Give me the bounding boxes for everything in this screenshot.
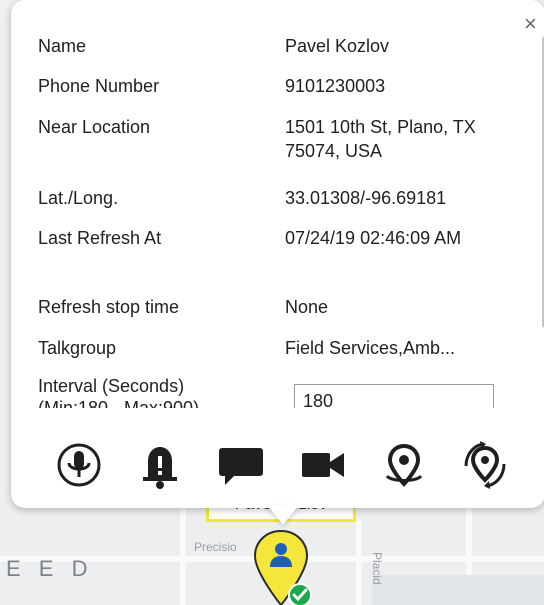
detail-label: Last Refresh At: [38, 228, 162, 248]
detail-value: 9101230003: [285, 76, 386, 96]
check-badge-icon: [288, 583, 312, 605]
detail-label: Near Location: [38, 117, 151, 137]
interval-input[interactable]: [294, 384, 494, 408]
user-info-popup: × Name Pavel Kozlov Phone Number 9101230…: [11, 0, 544, 508]
location-pin-icon[interactable]: [377, 438, 431, 492]
map-road: [180, 500, 186, 605]
detail-label: Lat./Long.: [38, 188, 119, 208]
detail-label: Talkgroup: [38, 338, 117, 358]
detail-label: Phone Number: [38, 76, 160, 96]
map-street-label: Placid: [370, 552, 384, 585]
action-toolbar: [22, 438, 542, 498]
map-area: [372, 575, 544, 605]
detail-value: 07/24/19 02:46:09 AM: [285, 228, 462, 248]
map-street-label: Precisio: [194, 540, 237, 554]
alert-bell-icon[interactable]: [133, 438, 187, 492]
popup-pointer: [267, 505, 299, 525]
detail-label: Name: [38, 36, 87, 56]
chat-icon[interactable]: [214, 438, 268, 492]
detail-value: Pavel Kozlov: [285, 36, 390, 56]
user-location-marker[interactable]: [252, 529, 314, 605]
detail-value: 1501 10th St, Plano, TX 75074, USA: [285, 117, 476, 161]
details-list: Name Pavel Kozlov Phone Number 910123000…: [38, 30, 538, 408]
detail-value: Field Services,Amb...: [285, 338, 456, 358]
video-icon[interactable]: [296, 438, 350, 492]
refresh-location-icon[interactable]: [458, 438, 512, 492]
detail-value: None: [285, 297, 329, 317]
map-area-label: E E D: [6, 556, 94, 581]
map-road: [356, 520, 362, 605]
detail-label: Refresh stop time: [38, 297, 180, 317]
microphone-icon[interactable]: [52, 438, 106, 492]
detail-value: 33.01308/-96.69181: [285, 188, 447, 208]
detail-label: Interval (Seconds) (Min:180 - Max:900): [38, 376, 200, 408]
